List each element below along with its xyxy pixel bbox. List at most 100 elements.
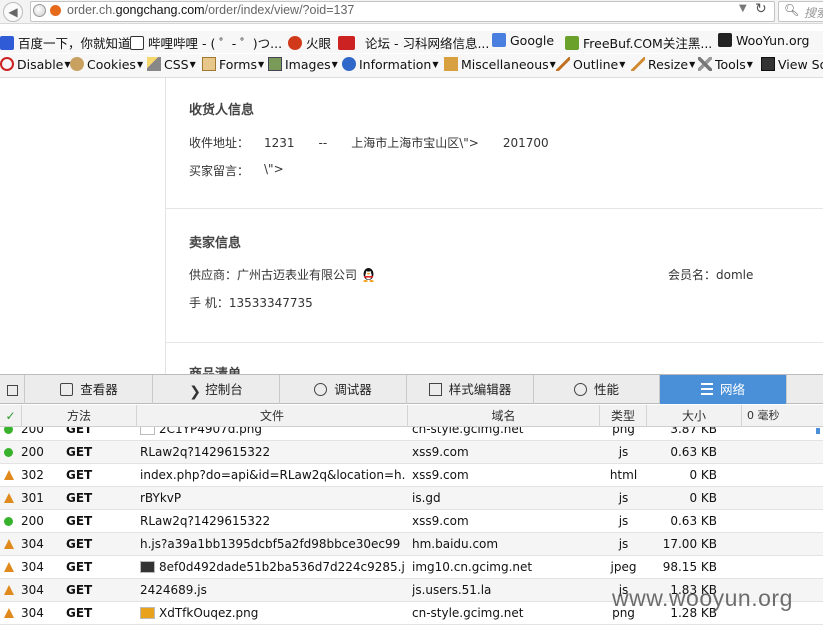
disable-icon [0, 57, 14, 71]
file-name: 8ef0d492dade51b2ba536d7d224c9285.j... [159, 560, 406, 574]
request-domain: js.users.51.la [412, 583, 492, 597]
tab-network[interactable]: 网络 [660, 375, 787, 404]
request-domain: cn-style.gcimg.net [412, 606, 524, 620]
menu-forms[interactable]: Forms▼ [202, 57, 264, 72]
column-type[interactable]: 类型 [600, 405, 647, 427]
request-file: RLaw2q?1429615322 [140, 441, 406, 464]
column-timeline[interactable]: 0 毫秒 [742, 405, 823, 427]
status-code: 304 [21, 560, 44, 574]
back-arrow-icon[interactable]: ◀ [3, 2, 23, 22]
bookmark-bilibili[interactable]: 哔哩哔哩 - ( ゜- ゜)つ... [130, 33, 282, 51]
web-developer-toolbar: Disable▼ Cookies▼ CSS▼ Forms▼ Images▼ In… [0, 54, 823, 78]
menu-cookies[interactable]: Cookies▼ [70, 57, 143, 72]
baidu-paw-icon [0, 36, 14, 50]
file-name: RLaw2q?1429615322 [140, 514, 271, 528]
menu-disable[interactable]: Disable▼ [0, 57, 71, 72]
tab-console[interactable]: ❯ 控制台 [153, 375, 280, 404]
caret-down-icon: ▼ [136, 60, 144, 69]
menu-outline[interactable]: Outline▼ [556, 57, 625, 72]
status-redirect-icon [4, 585, 14, 595]
table-row[interactable]: 304 GET 8ef0d492dade51b2ba536d7d224c9285.j… [0, 556, 823, 579]
request-domain: xss9.com [412, 445, 469, 459]
status-code: 304 [21, 583, 44, 597]
menu-css[interactable]: CSS▼ [147, 57, 196, 72]
table-row[interactable]: 200 GET RLaw2q?1429615322 xss9.com js 0.63 KB [0, 441, 823, 464]
menu-miscellaneous[interactable]: Miscellaneous▼ [444, 57, 556, 72]
bookmark-baidu[interactable]: 百度一下，你就知道 [0, 33, 131, 51]
menu-resize[interactable]: Resize▼ [631, 57, 695, 72]
bookmark-freebuf[interactable]: FreeBuf.COM关注黑... [565, 33, 712, 51]
request-method: GET [66, 514, 93, 528]
request-method: GET [66, 427, 93, 436]
miscellaneous-icon [444, 57, 458, 71]
bookmark-wooyun[interactable]: WooYun.org [718, 33, 809, 51]
section-divider [166, 342, 823, 343]
tab-inspector[interactable]: 查看器 [26, 375, 153, 404]
address-label: 收件地址： [189, 136, 250, 150]
menu-images[interactable]: Images▼ [268, 57, 338, 72]
forms-icon [202, 57, 216, 71]
reload-icon[interactable]: ↻ [755, 1, 767, 17]
table-row[interactable]: 302 GET index.php?do=api&id=RLaw2q&locatio… [0, 464, 823, 487]
caret-down-icon: ▼ [549, 60, 556, 69]
request-method: GET [66, 606, 93, 620]
section-divider [166, 208, 823, 209]
bookmark-google[interactable]: Google [492, 33, 554, 51]
page-content: 收货人信息 收件地址： 1231 -- 上海市上海市宝山区\"> 201700 … [0, 78, 823, 382]
menu-view-source[interactable]: View So [761, 57, 823, 72]
bookmark-xike-forum[interactable]: 论坛 - 习科网络信息... [338, 33, 489, 51]
status-redirect-icon [4, 539, 14, 549]
request-file: index.php?do=api&id=RLaw2q&location=h... [140, 464, 406, 487]
devtools-toolbar: 查看器 ❯ 控制台 调试器 样式编辑器 性能 网络 [0, 374, 823, 404]
wooyun-logo-icon [718, 33, 732, 47]
menu-information[interactable]: Information▼ [342, 57, 439, 72]
pick-element-button[interactable] [0, 375, 25, 404]
bookmark-huoyan[interactable]: 火眼 [288, 33, 331, 51]
request-type: js [618, 514, 629, 528]
order-detail-panel: 收货人信息 收件地址： 1231 -- 上海市上海市宝山区\"> 201700 … [165, 78, 823, 382]
column-size[interactable]: 大小 [647, 405, 742, 427]
caret-down-icon: ▼ [189, 60, 196, 69]
slc-logo-icon [338, 36, 355, 50]
receiver-section-title: 收货人信息 [189, 103, 255, 118]
url-bar: ◀ order.ch.gongchang.com/order/index/vie… [0, 0, 823, 24]
tab-style-editor[interactable]: 样式编辑器 [407, 375, 534, 404]
performance-icon [573, 383, 587, 396]
status-code: 200 [21, 514, 44, 528]
column-method[interactable]: 方法 [22, 405, 137, 427]
tab-performance[interactable]: 性能 [534, 375, 660, 404]
qq-penguin-icon[interactable] [361, 267, 376, 282]
status-redirect-icon [4, 562, 14, 572]
information-icon [342, 57, 356, 71]
status-code: 301 [21, 491, 44, 505]
table-row[interactable]: 304 GET h.js?a39a1bb1395dcbf5a2fd98bbce30e… [0, 533, 823, 556]
style-editor-icon [428, 383, 442, 396]
request-file: h.js?a39a1bb1395dcbf5a2fd98bbce30ec99 [140, 533, 406, 556]
status-code: 304 [21, 606, 44, 620]
status-redirect-icon [4, 470, 14, 480]
site-favicon-icon [50, 5, 61, 16]
request-method: GET [66, 445, 93, 459]
tab-debugger[interactable]: 调试器 [280, 375, 407, 404]
request-type: html [609, 468, 638, 482]
chevron-down-icon[interactable]: ▼ [739, 3, 747, 14]
url-text[interactable]: order.ch.gongchang.com/order/index/view/… [67, 3, 354, 17]
column-domain[interactable]: 域名 [408, 405, 600, 427]
images-icon [268, 57, 282, 71]
column-status-check[interactable]: ✓ [0, 405, 22, 427]
file-name: RLaw2q?1429615322 [140, 445, 271, 459]
status-redirect-icon [4, 493, 14, 503]
seller-section-title: 卖家信息 [189, 236, 242, 251]
menu-tools[interactable]: Tools▼ [698, 57, 753, 72]
phone-number: 手 机：13533347735 [189, 296, 313, 310]
file-name: index.php?do=api&id=RLaw2q&location=h... [140, 468, 406, 482]
column-file[interactable]: 文件 [137, 405, 408, 427]
table-row[interactable]: 200 GET RLaw2q?1429615322 xss9.com js 0.63 KB [0, 510, 823, 533]
table-row[interactable]: 200 GET 2C1YP4907d.png cn-style.gcimg.net pn… [0, 427, 823, 441]
request-size: 0 KB [689, 468, 717, 482]
file-name: rBYkvP [140, 491, 182, 505]
request-method: GET [66, 583, 93, 597]
request-size: 98.15 KB [662, 560, 717, 574]
table-row[interactable]: 301 GET rBYkvP is.gd js 0 KB [0, 487, 823, 510]
status-success-icon [4, 427, 13, 434]
